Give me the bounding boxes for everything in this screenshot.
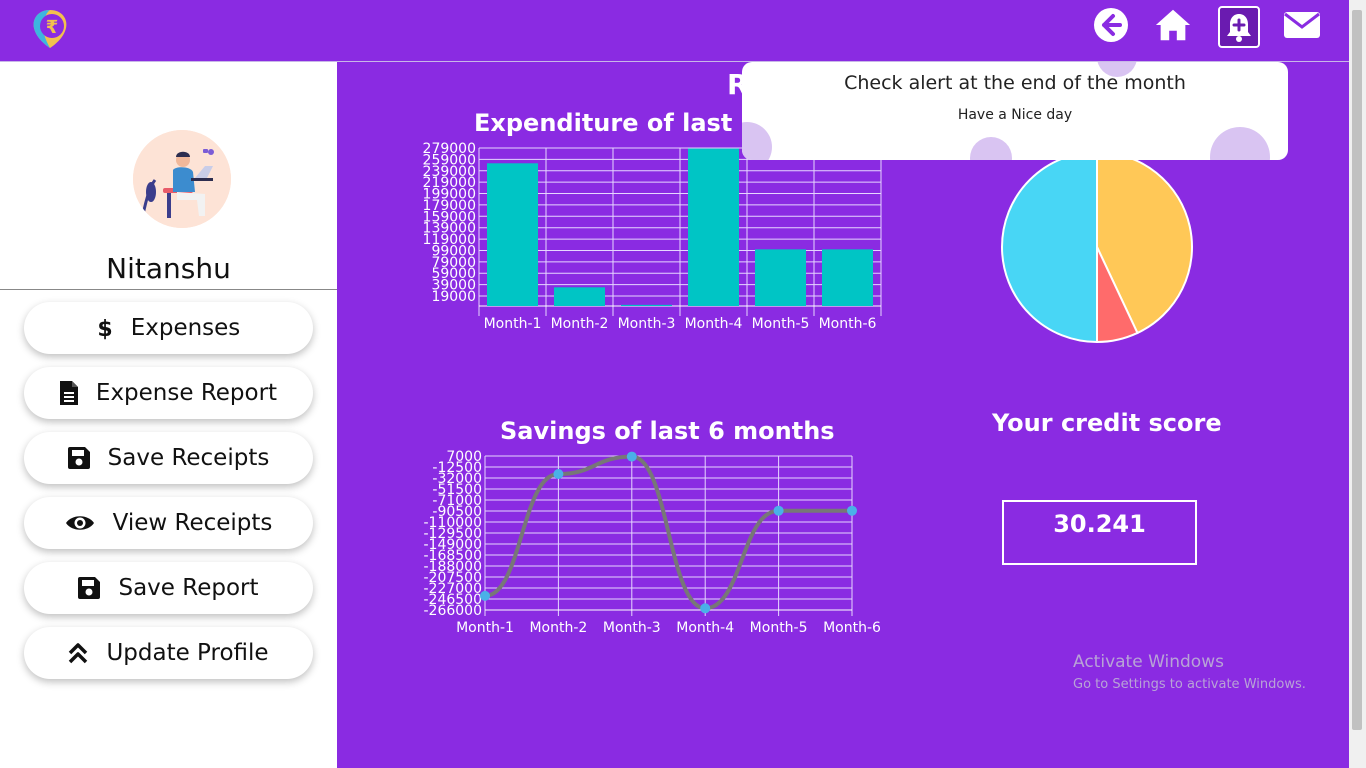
back-arrow-icon[interactable] (1092, 6, 1130, 44)
x-tick-label: Month-3 (618, 316, 676, 332)
data-point (700, 603, 711, 614)
document-icon (59, 381, 78, 405)
activate-windows-subtitle: Go to Settings to activate Windows. (1073, 677, 1306, 692)
view-receipts-label: View Receipts (112, 510, 273, 536)
double-chevron-up-icon (68, 642, 88, 664)
expense-pie-chart (1001, 152, 1193, 344)
logo-rupee-symbol: ₹ (46, 17, 59, 38)
credit-score-value: 30.241 (1002, 500, 1197, 565)
rupee-logo-icon[interactable]: ₹ (28, 6, 72, 50)
bar (688, 148, 739, 306)
bar (822, 249, 873, 306)
bar (621, 304, 672, 306)
alert-toast[interactable]: Check alert at the end of the month Have… (742, 62, 1288, 160)
x-tick-label: Month-1 (456, 620, 514, 636)
svg-text:$: $ (97, 317, 112, 340)
divider (0, 289, 337, 290)
data-point (553, 469, 564, 480)
x-tick-label: Month-6 (823, 620, 881, 636)
expenses-button[interactable]: $ Expenses (24, 302, 313, 354)
scrollbar-thumb[interactable] (1352, 10, 1362, 730)
save-report-button[interactable]: Save Report (24, 562, 313, 614)
update-profile-label: Update Profile (106, 640, 269, 666)
expense-report-button[interactable]: Expense Report (24, 367, 313, 419)
toast-message: Check alert at the end of the month (844, 72, 1186, 94)
expense-report-label: Expense Report (95, 380, 278, 406)
pie-slice (1001, 152, 1098, 344)
x-tick-label: Month-2 (551, 316, 609, 332)
sidebar: Nitanshu $ Expenses Expense Report Save … (0, 62, 337, 768)
x-tick-label: Month-4 (676, 620, 734, 636)
home-icon[interactable] (1154, 6, 1192, 44)
bar (755, 249, 806, 306)
eye-icon (65, 513, 95, 533)
decor-bubble (1210, 127, 1270, 160)
savings-chart-title: Savings of last 6 months (500, 417, 835, 445)
avatar (133, 130, 231, 228)
bar (554, 287, 605, 306)
view-receipts-button[interactable]: View Receipts (24, 497, 313, 549)
floppy-icon (67, 447, 90, 469)
x-tick-label: Month-6 (819, 316, 877, 332)
x-tick-label: Month-5 (752, 316, 810, 332)
data-point (773, 505, 784, 516)
save-report-label: Save Report (118, 575, 259, 601)
series-line (484, 454, 852, 611)
toast-subtext: Have a Nice day (957, 107, 1073, 123)
x-tick-label: Month-4 (685, 316, 743, 332)
decor-bubble (742, 122, 772, 160)
mail-icon[interactable] (1283, 6, 1321, 44)
floppy-icon (78, 577, 101, 599)
save-receipts-button[interactable]: Save Receipts (24, 432, 313, 484)
x-tick-label: Month-3 (603, 620, 661, 636)
save-receipts-label: Save Receipts (107, 445, 270, 471)
decor-bubble (970, 137, 1012, 160)
savings-line-chart: 7000-12500-32000-51500-71000-90500-11000… (424, 449, 882, 636)
expenses-label: Expenses (130, 315, 241, 341)
x-tick-label: Month-2 (529, 620, 587, 636)
add-alert-icon[interactable] (1218, 6, 1260, 48)
bar (487, 163, 538, 306)
update-profile-button[interactable]: Update Profile (24, 627, 313, 679)
data-point (626, 451, 637, 462)
expenditure-bar-chart: 2790002590002390002190001990001790001590… (423, 141, 882, 332)
activate-windows-title: Activate Windows (1073, 652, 1224, 672)
dollar-icon: $ (97, 316, 113, 340)
data-point (847, 505, 857, 516)
username: Nitanshu (106, 252, 231, 285)
y-tick-label: 19000 (431, 289, 476, 305)
top-navbar: ₹ (0, 0, 1366, 62)
x-tick-label: Month-5 (750, 620, 808, 636)
data-point (480, 590, 490, 601)
x-tick-label: Month-1 (484, 316, 542, 332)
y-tick-label: -266000 (424, 603, 483, 619)
credit-score-title: Your credit score (992, 409, 1222, 437)
